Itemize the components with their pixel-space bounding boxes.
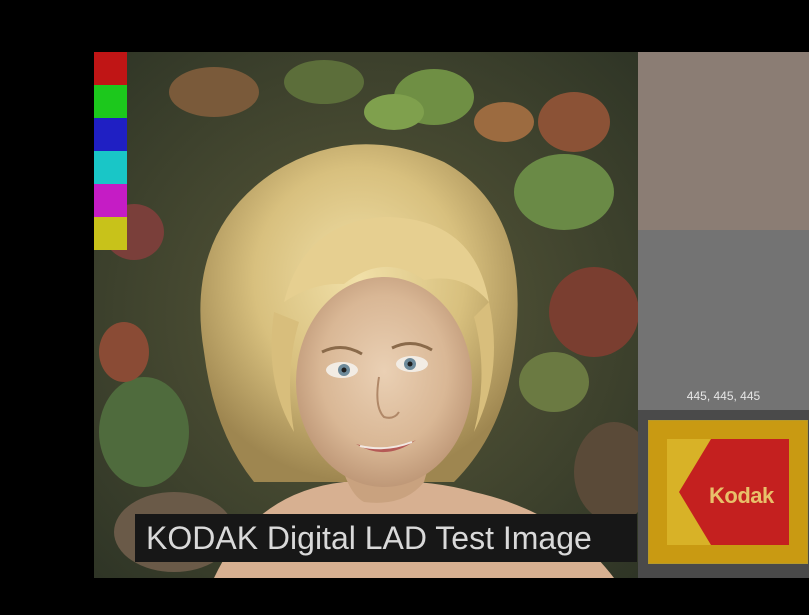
gray-patch-warm — [638, 52, 809, 230]
swatch-blue — [94, 118, 127, 151]
test-image-frame: 445, 445, 445 Kodak KODAK Digital LAD Te… — [0, 0, 809, 615]
portrait-illustration — [94, 52, 638, 578]
swatch-magenta — [94, 184, 127, 217]
kodak-wordmark: Kodak — [709, 483, 774, 508]
patch-value-readout: 445, 445, 445 — [686, 389, 761, 403]
swatch-cyan — [94, 151, 127, 184]
gray-patch-neutral — [638, 230, 809, 410]
color-swatch-column — [94, 52, 127, 250]
swatch-red — [94, 52, 127, 85]
image-caption: KODAK Digital LAD Test Image — [146, 520, 592, 556]
kodak-logo: Kodak — [648, 420, 808, 564]
portrait-photo — [94, 52, 638, 578]
swatch-green — [94, 85, 127, 118]
swatch-yellow — [94, 217, 127, 250]
